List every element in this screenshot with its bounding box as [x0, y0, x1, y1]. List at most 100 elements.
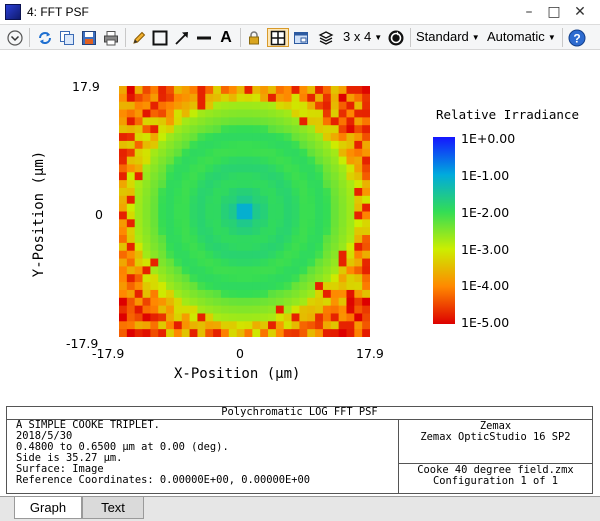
psf-cell [181, 125, 191, 134]
psf-cell [205, 289, 214, 299]
copy-icon[interactable] [58, 28, 76, 47]
print-icon[interactable] [102, 28, 120, 47]
psf-cell [150, 313, 159, 322]
psf-cell [236, 172, 245, 181]
psf-cell [181, 289, 191, 299]
tab-graph[interactable]: Graph [14, 497, 82, 519]
psf-cell [158, 211, 167, 220]
psf-cell [205, 266, 214, 275]
psf-cell [158, 101, 167, 111]
psf-cell [213, 133, 222, 142]
psf-cell [299, 180, 308, 189]
psf-cell [150, 305, 159, 314]
psf-cell [315, 227, 324, 236]
help-icon[interactable]: ? [567, 28, 587, 47]
psf-cell [181, 313, 191, 322]
psf-cell [275, 329, 285, 337]
psf-cell [275, 289, 285, 299]
layers-icon[interactable] [317, 28, 335, 47]
psf-cell [338, 274, 347, 283]
psf-cell [134, 219, 144, 228]
psf-cell [307, 93, 316, 103]
psf-cell [260, 109, 269, 118]
caret-down-icon: ▼ [547, 33, 556, 43]
psf-cell [299, 282, 308, 291]
psf-cell [362, 297, 370, 307]
psf-cell [338, 125, 347, 134]
text-icon[interactable]: A [217, 28, 235, 47]
rectangle-icon[interactable] [151, 28, 169, 47]
psf-cell [354, 250, 363, 260]
psf-cell [205, 258, 214, 267]
psf-cell [330, 117, 340, 126]
psf-cell [283, 211, 293, 220]
pencil-icon[interactable] [130, 28, 148, 47]
psf-cell [142, 180, 151, 189]
psf-cell [189, 313, 198, 322]
psf-cell [150, 195, 159, 205]
psf-cell [315, 117, 324, 126]
psf-cell [189, 305, 198, 314]
psf-cell [126, 109, 136, 118]
arrow-icon[interactable] [173, 28, 191, 47]
psf-cell [307, 86, 316, 95]
psf-cell [166, 321, 175, 330]
tab-text[interactable]: Text [82, 497, 144, 519]
psf-cell [275, 180, 285, 189]
psf-cell [291, 329, 300, 337]
save-icon[interactable] [80, 28, 98, 47]
psf-cell [252, 250, 261, 260]
psf-cell [166, 211, 175, 220]
psf-cell [299, 250, 308, 260]
x-tick-right: 17.9 [356, 346, 384, 361]
psf-cell [181, 187, 191, 197]
psf-cell [252, 148, 261, 158]
psf-cell [181, 117, 191, 126]
psf-cell [283, 109, 293, 118]
psf-cell [205, 305, 214, 314]
maximize-button[interactable]: □ [543, 2, 565, 22]
psf-cell [173, 313, 183, 322]
psf-cell [275, 148, 285, 158]
automatic-dropdown[interactable]: Automatic ▼ [487, 29, 556, 44]
chevron-down-circle-icon[interactable] [6, 28, 24, 47]
caret-down-icon: ▼ [471, 33, 480, 43]
lock-icon[interactable] [245, 28, 263, 47]
psf-cell [236, 219, 245, 228]
psf-cell [158, 148, 167, 158]
psf-cell [283, 125, 293, 134]
grid-layout-icon[interactable] [267, 28, 289, 47]
psf-cell [268, 297, 277, 307]
window-icon[interactable] [292, 28, 310, 47]
psf-cell [322, 195, 332, 205]
psf-cell [315, 133, 324, 142]
psf-cell [173, 219, 183, 228]
layout-dropdown[interactable]: 3 x 4 ▼ [343, 29, 382, 44]
psf-cell [197, 211, 206, 220]
psf-cell [315, 180, 324, 189]
psf-cell [346, 250, 355, 260]
line-icon[interactable] [195, 28, 213, 47]
clock-refresh-icon[interactable] [386, 28, 406, 47]
psf-cell [244, 125, 253, 134]
psf-cell [158, 250, 167, 260]
psf-cell [268, 180, 277, 189]
psf-cell [173, 164, 183, 173]
psf-cell [181, 101, 191, 111]
psf-cell [244, 266, 253, 275]
psf-cell [244, 93, 253, 103]
psf-cell [213, 242, 222, 252]
psf-cell [283, 242, 293, 252]
psf-cell [236, 313, 245, 322]
psf-cell [275, 274, 285, 283]
standard-dropdown[interactable]: Standard ▼ [416, 29, 480, 44]
colorbar-tick: 1E-4.00 [461, 278, 510, 293]
minimize-button[interactable]: – [518, 2, 540, 22]
psf-cell [307, 187, 316, 197]
refresh-icon[interactable] [36, 28, 54, 47]
psf-cell [268, 321, 277, 330]
psf-cell [126, 250, 136, 260]
close-button[interactable]: ✕ [569, 2, 591, 22]
psf-cell [197, 195, 206, 205]
psf-cell [220, 282, 230, 291]
